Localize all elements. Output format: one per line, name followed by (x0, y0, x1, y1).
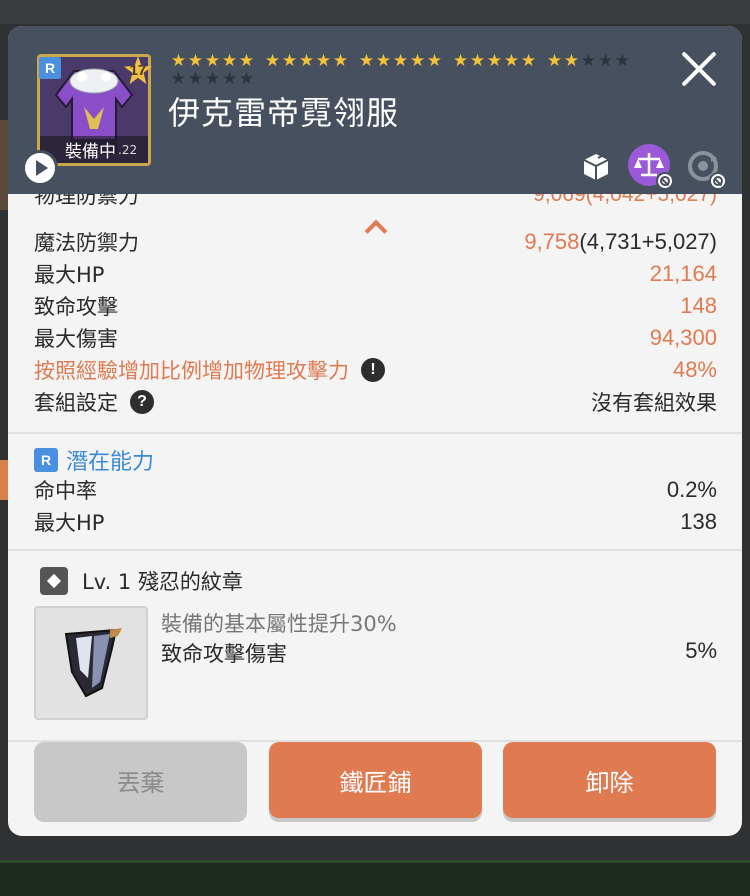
stat-row-max-hp: 最大HP 21,164 (34, 258, 717, 290)
star-row: ★ ★ ★ ★ ★ (170, 71, 570, 89)
background-edge (0, 120, 8, 210)
star-icon: ★ (187, 69, 204, 89)
background-edge (0, 460, 8, 500)
star-icon: ★ (204, 51, 221, 71)
item-title: 伊克雷帝霓翎服 (168, 94, 400, 132)
stat-value: 48% (672, 357, 717, 382)
stat-row-max-damage: 最大傷害 94,300 (34, 322, 717, 354)
divider (8, 549, 742, 551)
potential-heading: R 潛在能力 (34, 444, 154, 476)
star-icon: ★ (238, 69, 255, 89)
star-icon: ★ (204, 69, 221, 89)
potential-title: 潛在能力 (66, 450, 155, 475)
star-icon: ★ (426, 51, 443, 71)
close-button[interactable] (678, 48, 718, 88)
dialog-header: R 17 裝備中 .22 ★ ★ ★ ★ ★ ★ ★ ★ ★ ★ ★ ★ ★ ★ ★ ★ ★ ★ ★ ★ ★ ★ ★ ★ ★ ★ ★… (8, 26, 742, 194)
potential-row-max-hp: 最大HP 138 (34, 506, 717, 538)
stat-label: 最大HP (34, 263, 105, 287)
star-icon: ★ (170, 69, 187, 89)
star-icon: ★ (563, 51, 580, 71)
stat-label: 魔法防禦力 (34, 231, 139, 255)
star-icon: ★ (580, 51, 597, 71)
star-icon: ★ (315, 51, 332, 71)
info-icon[interactable]: ! (361, 358, 385, 382)
emblem-shard-icon (64, 628, 122, 698)
rank-badge: R (39, 57, 61, 79)
stat-label: 致命攻擊傷害 (161, 642, 287, 666)
emblem-icon (34, 606, 148, 720)
stat-value: 0.2% (666, 477, 717, 502)
equipped-label: 裝備中 .22 (40, 136, 148, 163)
stat-value: 沒有套組效果 (591, 391, 717, 415)
stat-label: 命中率 (34, 479, 97, 503)
blacksmith-button[interactable]: 鐵匠鋪 (269, 742, 482, 818)
stat-value: 21,164 (649, 261, 717, 286)
stat-label: 最大HP (34, 511, 105, 535)
transfer-cycle-icon[interactable] (683, 146, 727, 190)
stat-value: 5% (685, 638, 717, 663)
emblem-heading: Lv. 1 殘忍的紋章 (40, 566, 243, 596)
compare-scale-icon[interactable] (628, 144, 674, 190)
unequip-button[interactable]: 卸除 (503, 742, 716, 818)
background-bottom (0, 860, 750, 896)
star-icon: ★ (597, 51, 614, 71)
stat-row-critical: 致命攻擊 148 (34, 290, 717, 322)
stat-value: 148 (680, 293, 717, 318)
disabled-icon (709, 172, 727, 190)
star-icon: ★ (452, 51, 469, 71)
star-icon: ★ (469, 51, 486, 71)
star-icon: ★ (375, 51, 392, 71)
stat-row-set: 套組設定 ? 沒有套組效果 (34, 386, 717, 418)
star-icon: ★ (358, 51, 375, 71)
stat-row: 物理防禦力 9,069(4,042+5,027) (34, 194, 717, 211)
star-icon: ★ (546, 51, 563, 71)
star-icon: ★ (170, 51, 187, 71)
play-preview-button[interactable] (22, 150, 58, 186)
star-icon: ★ (486, 51, 503, 71)
stat-label: 最大傷害 (34, 327, 118, 351)
star-icon: ★ (221, 51, 238, 71)
star-icon: ★ (264, 51, 281, 71)
star-icon: ★ (332, 51, 349, 71)
star-icon: ★ (298, 51, 315, 71)
emblem-title: Lv. 1 殘忍的紋章 (82, 570, 243, 594)
item-lock-icon[interactable] (576, 146, 616, 186)
star-icon: ★ (614, 51, 631, 71)
stat-label: 物理防禦力 (34, 194, 139, 208)
stat-row-exp-attack: 按照經驗增加比例增加物理攻擊力 ! 48% (34, 354, 717, 386)
stat-label: 致命攻擊 (34, 295, 118, 319)
discard-button[interactable]: 丟棄 (34, 742, 247, 818)
equipped-text: 裝備中 (65, 142, 116, 162)
emblem-stat-row: 致命攻擊傷害 5% (161, 638, 717, 668)
stat-label: 套組設定 ? (34, 387, 154, 417)
potential-rank-badge: R (34, 448, 58, 472)
star-icon: ★ (238, 51, 255, 71)
star-icon: ★ (392, 51, 409, 71)
stat-value: 9,758(4,731+5,027) (524, 229, 717, 254)
emblem-description: 裝備的基本屬性提升30% (161, 612, 397, 636)
equipped-subtext: .22 (118, 142, 138, 157)
play-icon (36, 160, 48, 176)
stat-value: 9,069(4,042+5,027) (533, 194, 717, 206)
emblem-diamond-icon (40, 567, 68, 595)
stat-value: 138 (680, 509, 717, 534)
item-detail-dialog: R 17 裝備中 .22 ★ ★ ★ ★ ★ ★ ★ ★ ★ ★ ★ ★ ★ ★ ★ ★ ★ ★ ★ ★ ★ ★ ★ ★ ★ ★ ★… (8, 26, 742, 836)
stat-row-magic-defense: 魔法防禦力 9,758(4,731+5,027) (34, 226, 717, 258)
background-top (0, 0, 750, 24)
star-force-rating: ★ ★ ★ ★ ★ ★ ★ ★ ★ ★ ★ ★ ★ ★ ★ ★ ★ ★ ★ ★ ★ ★ ★ ★ ★ ★ ★ ★ ★ ★ (170, 51, 630, 89)
star-icon: ★ (187, 51, 204, 71)
disabled-icon (656, 172, 674, 190)
stat-label: 按照經驗增加比例增加物理攻擊力 ! (34, 355, 385, 385)
star-icon: ★ (520, 51, 537, 71)
star-icon: ★ (221, 69, 238, 89)
star-icon: ★ (281, 51, 298, 71)
potential-row-accuracy: 命中率 0.2% (34, 474, 717, 506)
stat-value: 94,300 (649, 325, 717, 350)
star-icon: ★ (503, 51, 520, 71)
item-stats-panel[interactable]: 物理防禦力 9,069(4,042+5,027) 魔法防禦力 9,758(4,7… (8, 194, 742, 742)
help-icon[interactable]: ? (130, 390, 154, 414)
star-icon: ★ (409, 51, 426, 71)
divider (8, 432, 742, 434)
